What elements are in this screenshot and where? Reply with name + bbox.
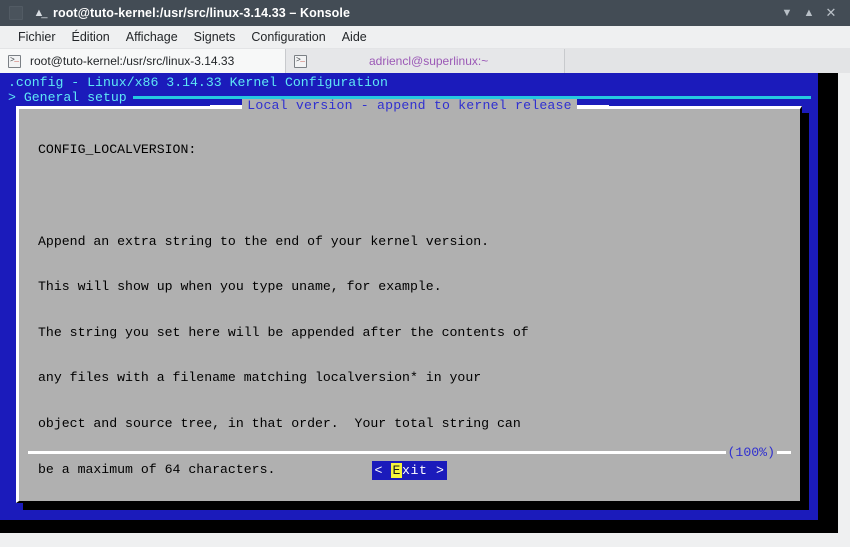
tab-label: adriencl@superlinux:~ (369, 54, 489, 68)
help-line (38, 188, 778, 203)
dialog-scroll-separator: (100%) (28, 444, 791, 460)
button-label-rest: xit (401, 463, 428, 478)
dialog-title: Local version - append to kernel release (242, 99, 577, 113)
help-line: any files with a filename matching local… (38, 370, 482, 386)
tab-root-tuto-kernel[interactable]: root@tuto-kernel:/usr/src/linux-3.14.33 (0, 49, 286, 73)
title-dash-right (576, 104, 609, 108)
separator-rule-right (777, 450, 791, 454)
help-line: This will show up when you type uname, f… (38, 279, 442, 295)
button-bracket-right: > (436, 463, 445, 478)
konsole-window: ▲̲ root@tuto-kernel:/usr/src/linux-3.14.… (0, 0, 850, 547)
dialog-titlebar: Local version - append to kernel release (19, 99, 800, 113)
menuconfig-backdrop: .config - Linux/x86 3.14.33 Kernel Confi… (0, 73, 818, 520)
minimize-button[interactable]: ▼ (776, 0, 798, 26)
title-dash-left (210, 104, 243, 108)
tabbar-filler (565, 48, 850, 73)
dialog-help-text: CONFIG_LOCALVERSION: Append an extra str… (38, 112, 778, 520)
help-line: object and source tree, in that order. Y… (38, 415, 521, 431)
button-bracket-left: < (374, 463, 383, 478)
maximize-button[interactable]: ▲ (798, 0, 820, 26)
separator-rule-left (28, 450, 726, 454)
dialog-button-row: < Exit > (19, 461, 800, 480)
menu-item-aide[interactable]: Aide (334, 28, 375, 46)
terminal-view[interactable]: .config - Linux/x86 3.14.33 Kernel Confi… (0, 73, 850, 547)
exit-button[interactable]: < Exit > (372, 461, 447, 480)
help-line: The string you set here will be appended… (38, 324, 529, 340)
menu-item-edition[interactable]: Édition (64, 28, 118, 46)
button-hotkey: E (391, 463, 402, 478)
window-title: root@tuto-kernel:/usr/src/linux-3.14.33 … (53, 6, 351, 20)
terminal-icon (294, 54, 307, 68)
help-line: Append an extra string to the end of you… (38, 233, 490, 249)
konsole-icon (9, 6, 23, 20)
terminal-icon (8, 54, 21, 68)
menu-item-affichage[interactable]: Affichage (118, 28, 186, 46)
menu-item-fichier[interactable]: Fichier (10, 28, 64, 46)
terminal-screen[interactable]: .config - Linux/x86 3.14.33 Kernel Confi… (0, 73, 838, 533)
tab-adriencl-superlinux[interactable]: adriencl@superlinux:~ (286, 49, 565, 73)
help-line: CONFIG_LOCALVERSION: (38, 142, 197, 158)
scroll-percent: (100%) (727, 444, 775, 460)
menu-item-signets[interactable]: Signets (186, 28, 244, 46)
keep-above-icon[interactable]: ▲̲ (31, 7, 47, 19)
tab-label: root@tuto-kernel:/usr/src/linux-3.14.33 (30, 54, 235, 68)
menubar: Fichier Édition Affichage Signets Config… (0, 26, 850, 48)
help-line (38, 507, 778, 520)
tabbar: root@tuto-kernel:/usr/src/linux-3.14.33 … (0, 48, 850, 73)
menuconfig-dialog: Local version - append to kernel release… (16, 99, 802, 503)
menuconfig-header-title: .config - Linux/x86 3.14.33 Kernel Confi… (8, 75, 388, 90)
close-button[interactable]: ✕ (820, 0, 842, 26)
window-titlebar: ▲̲ root@tuto-kernel:/usr/src/linux-3.14.… (0, 0, 850, 26)
menu-item-configuration[interactable]: Configuration (243, 28, 333, 46)
